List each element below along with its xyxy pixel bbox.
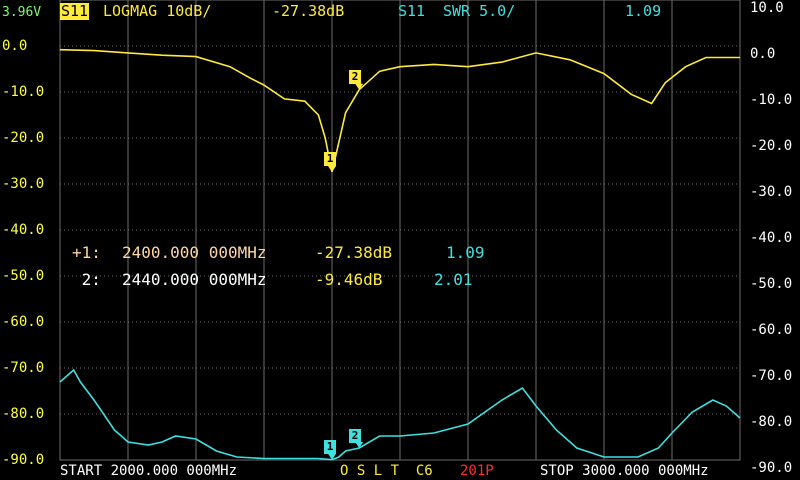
marker1-symbol[interactable]: +1: [72, 244, 101, 261]
right-axis-label: -30.0 [750, 184, 793, 200]
ch1-format[interactable]: LOGMAG 10dB/ [103, 3, 211, 20]
left-axis-label: -20.0 [2, 130, 45, 146]
marker2-symbol[interactable]: 2: [72, 271, 101, 288]
marker1-logmag-badge[interactable]: 1 [324, 152, 336, 166]
marker2-freq: 2440.000 000MHz [122, 270, 267, 289]
left-axis-label: -40.0 [2, 222, 45, 238]
marker2-swr: 2.01 [434, 270, 473, 289]
marker1-swr-badge[interactable]: 1 [324, 440, 336, 454]
right-axis-label: -40.0 [750, 230, 793, 246]
marker1-freq: 2400.000 000MHz [122, 243, 267, 262]
right-axis-label: -50.0 [750, 276, 793, 292]
ch2-value: 1.09 [625, 2, 662, 20]
left-axis-label: -70.0 [2, 360, 45, 376]
left-axis-label: -80.0 [2, 406, 45, 422]
ch2-name[interactable]: S11 [398, 3, 425, 20]
left-axis-label: 0.0 [2, 38, 28, 54]
left-axis-label: -60.0 [2, 314, 45, 330]
marker1-swr: 1.09 [446, 243, 485, 262]
right-axis-label: 0.0 [750, 46, 776, 62]
smith-trace-plot[interactable] [0, 0, 800, 480]
ch1-badge[interactable]: S11 [60, 3, 90, 20]
left-axis-label: -30.0 [2, 176, 45, 192]
marker2-logmag-badge[interactable]: 2 [349, 70, 361, 84]
marker1-pointer [328, 166, 336, 173]
right-axis-label: -80.0 [750, 414, 793, 430]
plot-grid [59, 0, 741, 461]
right-axis-label: -20.0 [750, 138, 793, 154]
marker1-logmag: -27.38dB [315, 243, 393, 262]
right-axis-label: 10.0 [750, 0, 784, 16]
stop-frequency[interactable]: STOP 3000.000 000MHz [540, 463, 709, 480]
left-axis-label: -90.0 [2, 452, 45, 468]
battery-voltage: 3.96V [2, 5, 42, 20]
marker2-swr-badge[interactable]: 2 [349, 429, 361, 443]
marker2-logmag: -9.46dB [315, 270, 383, 289]
right-axis-label: -90.0 [750, 460, 793, 476]
calibration-status[interactable]: O S L T C6 [340, 463, 433, 480]
left-axis-label: -50.0 [2, 268, 45, 284]
right-axis-label: -60.0 [750, 322, 793, 338]
left-axis-label: -10.0 [2, 84, 45, 100]
sweep-points[interactable]: 201P [460, 463, 494, 480]
start-frequency[interactable]: START 2000.000 000MHz [60, 463, 237, 480]
ch2-format[interactable]: SWR 5.0/ [443, 3, 515, 20]
right-axis-label: -10.0 [750, 92, 793, 108]
right-axis-label: -70.0 [750, 368, 793, 384]
ch1-value: -27.38dB [272, 2, 345, 20]
